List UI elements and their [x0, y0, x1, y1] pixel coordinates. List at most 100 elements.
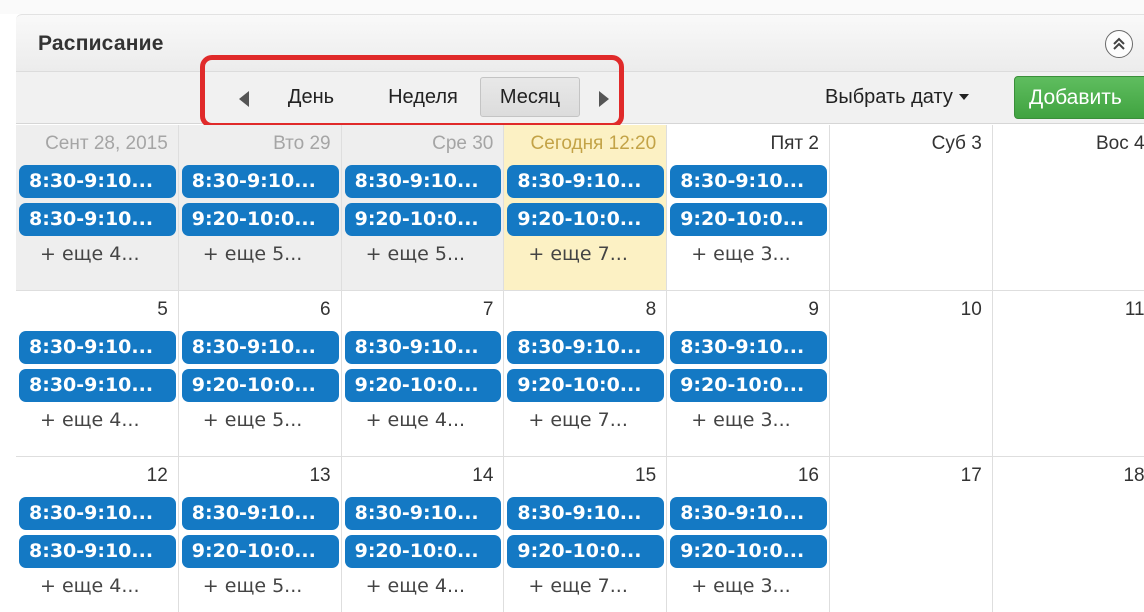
calendar-toolbar: День Неделя Месяц Выбрать дату Добавить — [16, 72, 1144, 124]
event-chip[interactable]: 8:30-9:10... — [181, 331, 339, 364]
event-chip[interactable]: 9:20-10:0... — [181, 369, 339, 402]
more-events-link[interactable]: + еще 3... — [667, 243, 829, 265]
day-cell-today[interactable]: Сегодня 12:20 8:30-9:10... 9:20-10:0... + е… — [504, 125, 668, 291]
event-chip[interactable]: 9:20-10:0... — [670, 535, 827, 568]
day-label: 13 — [309, 465, 331, 486]
day-label: 5 — [157, 299, 168, 320]
day-label: 10 — [960, 299, 982, 320]
more-events-link[interactable]: + еще 5... — [179, 575, 341, 597]
event-chip[interactable]: 9:20-10:0... — [507, 535, 665, 568]
day-cell[interactable]: 9 8:30-9:10... 9:20-10:0... + еще 3... — [667, 291, 830, 457]
day-label: 11 — [1124, 299, 1144, 320]
date-picker-label: Выбрать дату — [825, 86, 953, 108]
event-chip[interactable]: 8:30-9:10... — [507, 497, 665, 530]
event-chip[interactable]: 9:20-10:0... — [181, 203, 339, 236]
more-events-link[interactable]: + еще 7... — [504, 243, 666, 265]
date-picker-dropdown[interactable]: Выбрать дату — [825, 86, 969, 109]
more-events-link[interactable]: + еще 5... — [179, 243, 341, 265]
day-label: Вос 4 — [1096, 133, 1144, 154]
day-cell[interactable]: 6 8:30-9:10... 9:20-10:0... + еще 5... — [178, 291, 342, 457]
event-chip[interactable]: 9:20-10:0... — [670, 369, 827, 402]
event-chip[interactable]: 9:20-10:0... — [670, 203, 827, 236]
event-chip[interactable]: 9:20-10:0... — [181, 535, 339, 568]
more-events-link[interactable]: + еще 4... — [342, 575, 504, 597]
event-chip[interactable]: 9:20-10:0... — [344, 369, 502, 402]
day-cell[interactable]: 17 — [830, 457, 993, 612]
prev-button[interactable] — [234, 88, 254, 110]
more-events-link[interactable]: + еще 4... — [16, 243, 178, 265]
event-chip[interactable]: 8:30-9:10... — [19, 331, 176, 364]
event-chip[interactable]: 8:30-9:10... — [507, 331, 665, 364]
view-day-button[interactable]: День — [271, 77, 351, 117]
day-label: Сент 28, 2015 — [45, 133, 168, 154]
event-chip[interactable]: 8:30-9:10... — [670, 331, 827, 364]
day-cell[interactable]: 15 8:30-9:10... 9:20-10:0... + еще 7... — [504, 457, 668, 612]
triangle-left-icon — [239, 91, 249, 107]
triangle-right-icon — [599, 91, 609, 107]
month-calendar-grid: Сент 28, 2015 8:30-9:10... 8:30-9:10... + е… — [16, 125, 1144, 612]
view-month-button[interactable]: Месяц — [480, 77, 580, 117]
day-cell[interactable]: 18 — [993, 457, 1144, 612]
event-chip[interactable]: 8:30-9:10... — [344, 165, 502, 198]
day-cell[interactable]: 13 8:30-9:10... 9:20-10:0... + еще 5... — [179, 457, 342, 612]
event-chip[interactable]: 8:30-9:10... — [19, 203, 176, 236]
day-cell[interactable]: 7 8:30-9:10... 9:20-10:0... + еще 4... — [341, 291, 505, 457]
day-cell[interactable]: Вос 4 — [992, 125, 1144, 291]
page-title: Расписание — [38, 32, 164, 55]
day-label: 7 — [482, 299, 494, 320]
day-cell[interactable]: 14 8:30-9:10... 9:20-10:0... + еще 4... — [342, 457, 505, 612]
more-events-link[interactable]: + еще 3... — [667, 575, 829, 597]
more-events-link[interactable]: + еще 5... — [342, 243, 504, 265]
event-chip[interactable]: 8:30-9:10... — [344, 331, 502, 364]
more-events-link[interactable]: + еще 7... — [504, 575, 666, 597]
view-week-button[interactable]: Неделя — [373, 77, 473, 117]
event-chip[interactable]: 8:30-9:10... — [344, 497, 502, 530]
day-cell[interactable]: 5 8:30-9:10... 8:30-9:10... + еще 4... — [16, 291, 179, 457]
event-chip[interactable]: 8:30-9:10... — [19, 535, 176, 568]
more-events-link[interactable]: + еще 5... — [179, 409, 341, 431]
event-chip[interactable]: 8:30-9:10... — [19, 497, 176, 530]
next-button[interactable] — [594, 88, 614, 110]
more-events-link[interactable]: + еще 4... — [342, 409, 504, 431]
day-label: Суб 3 — [931, 133, 982, 154]
event-chip[interactable]: 8:30-9:10... — [181, 165, 339, 198]
day-cell[interactable]: 11 — [992, 291, 1144, 457]
event-chip[interactable]: 8:30-9:10... — [19, 369, 176, 402]
event-chip[interactable]: 8:30-9:10... — [507, 165, 665, 198]
day-cell[interactable]: Суб 3 — [830, 125, 993, 291]
day-label: Сегодня 12:20 — [530, 133, 657, 154]
event-chip[interactable]: 8:30-9:10... — [670, 165, 827, 198]
day-label: Сре 30 — [432, 133, 494, 154]
more-events-link[interactable]: + еще 4... — [16, 409, 178, 431]
event-chip[interactable]: 8:30-9:10... — [19, 165, 176, 198]
event-chip[interactable]: 9:20-10:0... — [344, 535, 502, 568]
day-cell[interactable]: 12 8:30-9:10... 8:30-9:10... + еще 4... — [16, 457, 179, 612]
day-label: 18 — [1123, 465, 1144, 486]
schedule-app: Расписание День Неделя Месяц Выбрать дат… — [0, 0, 1144, 612]
day-cell[interactable]: 16 8:30-9:10... 9:20-10:0... + еще 3... — [667, 457, 830, 612]
day-label: 17 — [960, 465, 982, 486]
day-cell[interactable]: Пят 2 8:30-9:10... 9:20-10:0... + еще 3... — [667, 125, 830, 291]
add-button[interactable]: Добавить — [1014, 76, 1144, 119]
day-label: Пят 2 — [770, 133, 819, 154]
day-cell[interactable]: 8 8:30-9:10... 9:20-10:0... + еще 7... — [504, 291, 668, 457]
more-events-link[interactable]: + еще 4... — [16, 575, 178, 597]
day-label: 9 — [808, 299, 819, 320]
event-chip[interactable]: 8:30-9:10... — [670, 497, 827, 530]
day-cell[interactable]: Вто 29 8:30-9:10... 9:20-10:0... + еще 5... — [178, 125, 342, 291]
more-events-link[interactable]: + еще 3... — [667, 409, 829, 431]
event-chip[interactable]: 9:20-10:0... — [507, 369, 665, 402]
day-cell[interactable]: Сент 28, 2015 8:30-9:10... 8:30-9:10... + е… — [16, 125, 179, 291]
day-label: 6 — [320, 299, 331, 320]
caret-down-icon — [958, 93, 969, 100]
event-chip[interactable]: 9:20-10:0... — [507, 203, 665, 236]
day-label: Вто 29 — [273, 133, 331, 154]
day-cell[interactable]: Сре 30 8:30-9:10... 9:20-10:0... + еще 5... — [341, 125, 505, 291]
schedule-header: Расписание — [16, 14, 1144, 72]
collapse-button[interactable] — [1105, 30, 1133, 58]
day-cell[interactable]: 10 — [830, 291, 993, 457]
more-events-link[interactable]: + еще 7... — [504, 409, 666, 431]
event-chip[interactable]: 9:20-10:0... — [344, 203, 502, 236]
day-label: 14 — [472, 465, 494, 486]
event-chip[interactable]: 8:30-9:10... — [181, 497, 339, 530]
